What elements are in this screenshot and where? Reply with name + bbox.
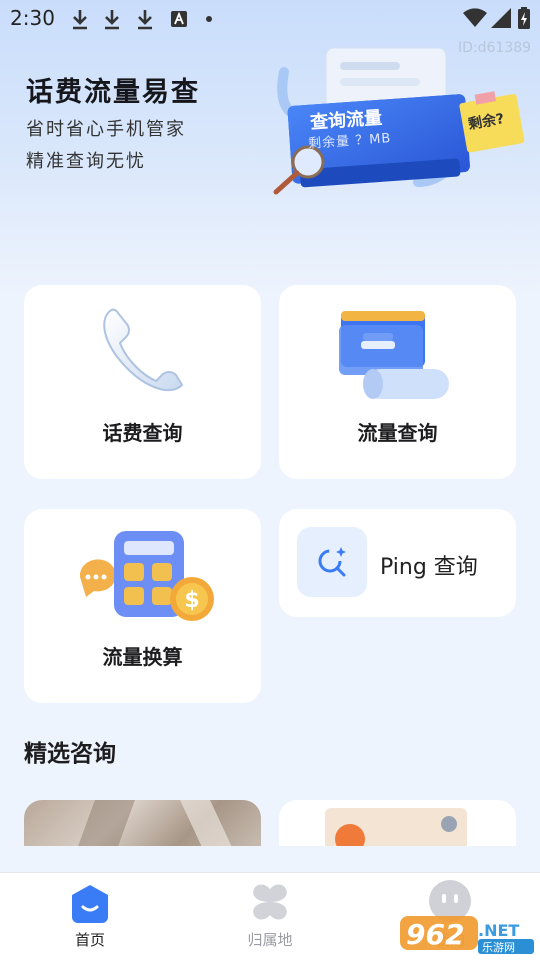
tab-home-label: 首页 xyxy=(74,931,105,949)
calculator-icon: $ xyxy=(79,531,214,621)
status-time: 2:30 xyxy=(10,6,55,30)
data-usage-card[interactable]: 流量查询 xyxy=(279,285,516,479)
tab-home[interactable]: 首页 xyxy=(30,873,150,960)
signal-icon xyxy=(491,8,511,28)
download-icon xyxy=(138,10,152,30)
download-icon xyxy=(105,10,119,30)
tab-location[interactable]: 归属地 xyxy=(210,873,330,960)
article-card[interactable] xyxy=(24,800,261,846)
article-image xyxy=(175,800,243,846)
article-image xyxy=(325,808,467,846)
home-icon xyxy=(72,885,108,923)
tab-location-label: 归属地 xyxy=(247,931,293,949)
ping-query-label: Ping 查询 xyxy=(380,555,478,580)
data-converter-card[interactable]: $ 流量换算 xyxy=(24,509,261,703)
app-notification-icon xyxy=(171,11,187,27)
download-icon xyxy=(73,10,87,30)
data-converter-label: 流量换算 xyxy=(102,645,183,669)
status-bar: 2:30 xyxy=(0,0,540,36)
svg-text:$: $ xyxy=(184,588,199,613)
site-watermark-logo: 962 .NET 乐游网 xyxy=(400,916,534,954)
phone-bill-label: 话费查询 xyxy=(102,421,183,445)
ping-query-card[interactable]: Ping 查询 xyxy=(279,509,516,617)
data-usage-label: 流量查询 xyxy=(357,421,438,445)
article-image xyxy=(69,800,139,846)
battery-icon xyxy=(518,7,530,29)
more-notifications-icon xyxy=(206,16,212,22)
hero-subtitle: 省时省心手机管家 xyxy=(26,119,186,140)
ping-icon-box xyxy=(297,527,367,597)
svg-text:962: 962 xyxy=(406,918,464,951)
search-icon xyxy=(318,547,346,577)
phone-bill-card[interactable]: 话费查询 xyxy=(24,285,261,479)
article-card[interactable] xyxy=(279,800,516,846)
section-title: 精选咨询 xyxy=(24,741,116,767)
wifi-icon xyxy=(463,8,487,27)
hero-subtitle: 精准查询无忧 xyxy=(26,151,146,172)
svg-text:.NET: .NET xyxy=(478,921,519,940)
data-document-icon xyxy=(339,311,449,399)
phone-icon xyxy=(103,308,184,392)
grid-icon xyxy=(253,884,287,920)
svg-text:乐游网: 乐游网 xyxy=(482,941,515,954)
hero-title: 话费流量易查 xyxy=(26,77,200,108)
